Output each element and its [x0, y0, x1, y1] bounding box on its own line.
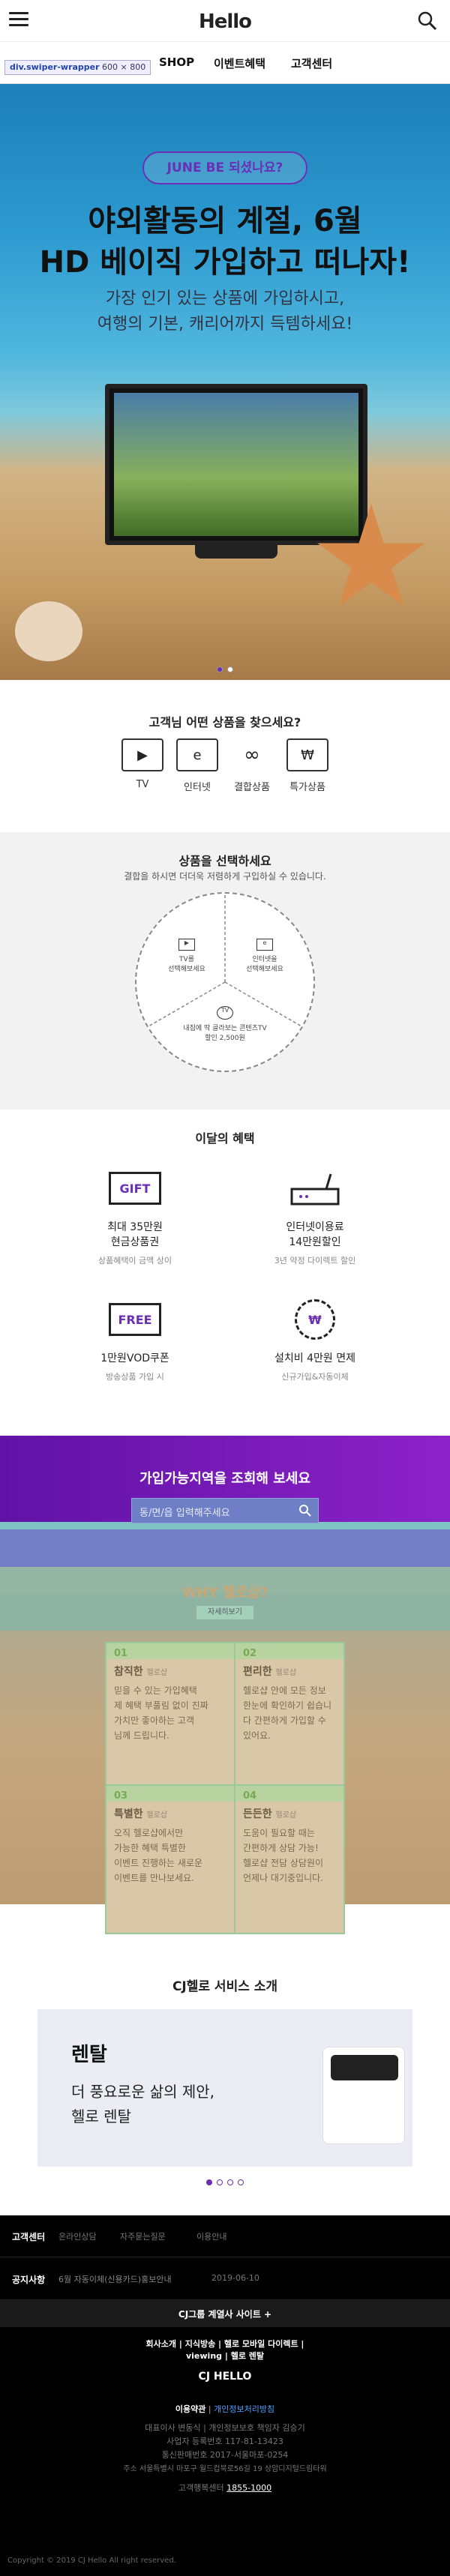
site-logo[interactable]: Hello [0, 10, 450, 33]
select-title: 상품을 선택하세요 [178, 854, 272, 868]
benefit-title: 이달의 혜택 [195, 1131, 255, 1146]
internet-icon: e [176, 738, 218, 771]
tv-icon: ▶ [122, 738, 164, 771]
shell-image [15, 601, 82, 661]
copyright: Copyright © 2019 CJ Hello All right rese… [8, 2557, 176, 2565]
service-title: CJ헬로 서비스 소개 [172, 1979, 278, 1994]
select-sub: 결합을 하시면 더더욱 저렴하게 구입하실 수 있습니다. [124, 871, 326, 882]
pie-tv[interactable]: ▶ TV를 선택해보세요 [153, 939, 220, 973]
gnb-event[interactable]: 이벤트혜택 [214, 55, 266, 71]
why-card-4: 04 든든한 헬로샵 도움이 필요할 때는 간편하게 상담 가능! 헬로샵 전담 상담원… [234, 1784, 345, 1934]
hero-pagination[interactable] [0, 661, 450, 675]
footer-info-2: 사업자 등록번호 117-81-13423 [166, 2437, 284, 2446]
benefit-internet[interactable]: 인터넷이용료 14만원할인 3년 약정 다이렉트 할인 [240, 1166, 390, 1266]
category-special[interactable]: ₩ 특가상품 [278, 738, 338, 793]
footer-links-1[interactable]: 회사소개 | 지식방송 | 헬로 모바일 다이렉트 | [0, 2338, 450, 2350]
gear-won-icon: ₩ [289, 1297, 341, 1342]
benefit-gift[interactable]: GIFT 최대 35만원 현금상품권 상품혜택이 금액 상이 [60, 1166, 210, 1266]
product-pie[interactable]: ▶ TV를 선택해보세요 e 인터넷을 선택해보세요 TV 내집에 딱 골라보는 콘텐… [135, 892, 315, 1072]
footer-info-1: 대표이사 변동식 | 개인정보보호 책임자 김승기 [145, 2423, 305, 2433]
footer-links-2[interactable]: viewing | 헬로 렌탈 [0, 2350, 450, 2362]
why-more-link[interactable]: 자세히보기 [196, 1606, 254, 1619]
footer-tel: 고객행복센터 1855-1000 [178, 2483, 272, 2493]
area-search-icon [299, 1505, 311, 1517]
won-icon: ₩ [286, 738, 328, 771]
footer-cs-row: 고객센터 온라인상담 자주묻는질문 이용안내 [0, 2215, 450, 2257]
hero-pill: JUNE BE 되셨나요? [142, 151, 308, 184]
cj-hello-logo: CJ HELLO [198, 2371, 252, 2383]
hero-title-1: 야외활동의 계절, 6월 [88, 204, 362, 238]
hero-sub-1: 가장 인기 있는 상품에 가입하시고, [105, 289, 345, 308]
family-site-button[interactable]: CJ그룹 계열사 사이트 + [0, 2308, 450, 2320]
why-card-2: 02 편리한 헬로샵 헬로샵 안에 모든 정보 한눈에 확인하기 쉽습니 다 간편하게 … [234, 1642, 345, 1792]
search-icon[interactable] [417, 10, 438, 31]
cs-guide[interactable]: 이용안내 [196, 2230, 226, 2242]
service-pagination[interactable] [0, 2174, 450, 2188]
gift-icon: GIFT [109, 1166, 161, 1211]
area-title: 가입가능지역을 조회해 보세요 [140, 1471, 310, 1487]
cs-faq[interactable]: 자주묻는질문 [120, 2230, 166, 2242]
category-tv[interactable]: ▶ TV [112, 738, 172, 790]
router-icon [289, 1166, 341, 1211]
inspector-tooltip: div.swiper-wrapper 600 × 800 [4, 60, 152, 75]
footer-info-4: 주소 서울특별시 마포구 월드컵북로56길 19 상암디지털드림타워 [123, 2465, 327, 2473]
benefit-install[interactable]: ₩ 설치비 4만원 면제 신규가입&자동이체 [240, 1297, 390, 1382]
gnb-shop[interactable]: SHOP [159, 55, 194, 69]
benefit-vod[interactable]: FREE 1만원VOD쿠폰 방송상품 가입 시 [60, 1297, 210, 1382]
service-body-1: 더 풍요로운 삶의 제안, [71, 2083, 215, 2101]
coupon-icon: FREE [109, 1297, 161, 1342]
footer-policy[interactable]: 이용약관 | 개인정보처리방침 [0, 2403, 450, 2415]
pie-combo[interactable]: TV 내집에 딱 골라보는 콘텐츠TV 할인 2,500원 [180, 1006, 270, 1042]
cs-online[interactable]: 온라인상담 [58, 2230, 97, 2242]
category-title: 고객님 어떤 상품을 찾으세요? [148, 715, 302, 729]
service-heading: 렌탈 [71, 2044, 107, 2066]
hero-banner[interactable]: JUNE BE 되셨나요? 야외활동의 계절, 6월 HD 베이직 가입하고 떠… [0, 84, 450, 680]
tv-image [105, 384, 368, 545]
why-band [0, 1529, 450, 1567]
tv-stand [195, 545, 278, 559]
category-combo[interactable]: ∞ 결합상품 [222, 738, 282, 793]
service-body-2: 헬로 렌탈 [71, 2107, 131, 2125]
pie-internet[interactable]: e 인터넷을 선택해보세요 [231, 939, 298, 973]
why-title: WHY 헬로샵? [182, 1585, 268, 1601]
hero-title-2: HD 베이직 가입하고 떠나자! [39, 245, 411, 280]
combo-icon: ∞ [244, 744, 260, 766]
footer-info-3: 통신판매번호 2017-서울마포-0254 [161, 2450, 289, 2460]
air-purifier-image [322, 2047, 405, 2144]
footer-notice-row[interactable]: 공지사항 6월 자동이체(신용카드)홍보안내 2019-06-10 [0, 2258, 450, 2300]
area-search-input[interactable]: 동/면/읍 입력해주세요 [131, 1498, 319, 1523]
hero-sub-2: 여행의 기본, 캐리어까지 득템하세요! [97, 315, 353, 334]
gnb-cs[interactable]: 고객센터 [291, 55, 332, 71]
category-internet[interactable]: e 인터넷 [167, 738, 227, 793]
